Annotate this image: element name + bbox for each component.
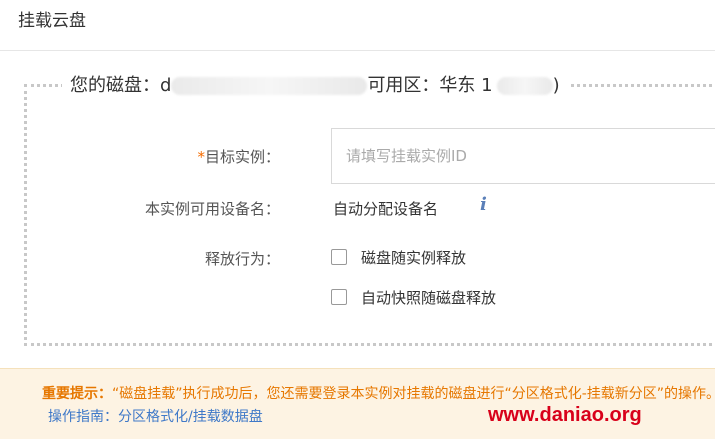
disk-label: 您的磁盘：: [70, 75, 160, 96]
release-behavior-label: 释放行为：: [204, 250, 280, 268]
disk-info-legend: 您的磁盘：d 可用区：华东 1): [62, 71, 568, 97]
info-icon[interactable]: i: [480, 194, 487, 215]
snapshot-release-option[interactable]: 自动快照随磁盘释放: [331, 287, 496, 308]
redacted-zone: [496, 77, 553, 95]
zone-label: 可用区：华东 1: [367, 75, 493, 96]
device-name-label: 本实例可用设备名：: [144, 200, 280, 218]
target-instance-field[interactable]: [331, 128, 715, 184]
release-with-instance-option[interactable]: 磁盘随实例释放: [331, 247, 466, 268]
required-mark: *: [197, 148, 205, 166]
zone-suffix: ): [552, 75, 560, 96]
target-instance-label: *目标实例：: [197, 148, 280, 166]
target-instance-input[interactable]: [332, 129, 715, 183]
guide-link[interactable]: 操作指南：分区格式化/挂载数据盘: [48, 409, 263, 425]
release-with-instance-label: 磁盘随实例释放: [361, 249, 467, 267]
dialog-header: 挂载云盘: [0, 0, 715, 51]
disk-id-prefix: d: [160, 75, 172, 96]
device-name-value: 自动分配设备名: [333, 200, 439, 218]
notice-prefix: 重要提示：: [42, 386, 112, 402]
watermark-text: www.daniao.org: [488, 404, 642, 426]
dialog-title: 挂载云盘: [18, 11, 86, 31]
notice-body: “磁盘挂载”执行成功后，您还需要登录本实例对挂载的磁盘进行“分区格式化-挂载新分…: [112, 386, 715, 402]
release-with-instance-checkbox[interactable]: [331, 249, 347, 265]
snapshot-release-label: 自动快照随磁盘释放: [361, 289, 497, 307]
snapshot-release-checkbox[interactable]: [331, 289, 347, 305]
redacted-disk-id: [171, 77, 368, 95]
